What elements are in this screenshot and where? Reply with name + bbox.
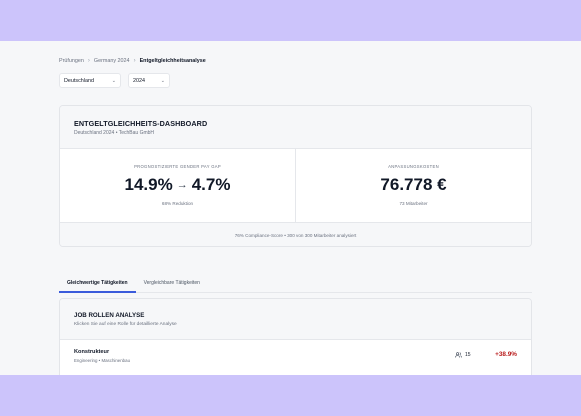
adjustment-cost-label: ANPASSUNGSKOSTEN [388, 164, 439, 169]
chevron-right-icon: › [87, 58, 90, 64]
affected-employees-text: 73 Mitarbeiter [399, 201, 428, 206]
dashboard-card: ENTGELTGLEICHHEITS-DASHBOARD Deutschland… [59, 105, 532, 247]
breadcrumb-link-germany-2024[interactable]: Germany 2024 [94, 58, 130, 64]
chevron-right-icon: › [133, 58, 136, 64]
gap-reduction-text: 68% Reduktion [161, 201, 194, 206]
gap-from-value: 14.9% [124, 175, 173, 194]
job-role-row[interactable]: Konstrukteur Engineering • Maschinenbau … [60, 340, 531, 375]
breadcrumb-link-pruefungen[interactable]: Prüfungen [59, 58, 84, 64]
employee-count: 15 [455, 352, 471, 358]
gender-pay-gap-metric: PROGNOSTIZIERTE GENDER PAY GAP 14.9% → 4.7… [60, 149, 295, 222]
analysis-tabs: Gleichwertige Tätigkeiten Vergleichbare … [59, 276, 532, 293]
chevron-down-icon: ⌄ [160, 77, 165, 84]
breadcrumb: Prüfungen › Germany 2024 › Entgeltgleich… [59, 58, 206, 64]
gender-pay-gap-label: PROGNOSTIZIERTE GENDER PAY GAP [134, 164, 221, 169]
dashboard-title: ENTGELTGLEICHHEITS-DASHBOARD [74, 119, 208, 128]
job-roles-subtitle: Klicken Sie auf eine Rolle für detaillie… [74, 322, 177, 327]
job-roles-title: JOB ROLLEN ANALYSE [74, 312, 145, 319]
job-role-department: Engineering [74, 358, 98, 363]
job-role-pay-gap: +38.9% [495, 351, 517, 358]
country-select-value: Deutschland [64, 77, 94, 84]
metrics-row: PROGNOSTIZIERTE GENDER PAY GAP 14.9% → 4.7… [60, 149, 531, 223]
dashboard-subtitle: Deutschland 2024 • TechBau GmbH [74, 130, 155, 136]
compliance-summary: 76% Compliance-Score • 300 von 300 Mitar… [60, 223, 531, 246]
top-frame-band [0, 0, 581, 41]
tab-comparable-work[interactable]: Vergleichbare Tätigkeiten [136, 276, 208, 293]
chevron-down-icon: ⌄ [111, 77, 116, 84]
app-page: Prüfungen › Germany 2024 › Entgeltgleich… [0, 41, 581, 375]
gender-pay-gap-value: 14.9% → 4.7% [60, 175, 295, 195]
job-roles-card: JOB ROLLEN ANALYSE Klicken Sie auf eine … [59, 298, 532, 375]
job-role-area: Maschinenbau [101, 358, 131, 363]
dashboard-header: ENTGELTGLEICHHEITS-DASHBOARD Deutschland… [60, 106, 531, 149]
breadcrumb-current: Entgeltgleichheitsanalyse [139, 58, 206, 64]
bottom-frame-band [0, 375, 581, 416]
adjustment-cost-value: 76.778 € [380, 175, 447, 194]
tab-equivalent-work[interactable]: Gleichwertige Tätigkeiten [59, 276, 136, 293]
year-select-value: 2024 [133, 77, 145, 84]
job-role-meta: Engineering • Maschinenbau [74, 358, 531, 363]
employee-count-value: 15 [465, 352, 471, 358]
gap-to-value: 4.7% [191, 175, 231, 194]
users-icon [455, 352, 462, 358]
dot-separator: • [98, 358, 101, 363]
job-roles-header: JOB ROLLEN ANALYSE Klicken Sie auf eine … [60, 299, 531, 340]
adjustment-cost-metric: ANPASSUNGSKOSTEN 76.778 € 73 Mitarbeiter [295, 149, 531, 222]
year-select[interactable]: 2024 ⌄ [128, 73, 170, 88]
arrow-right-icon: → [176, 179, 188, 191]
country-select[interactable]: Deutschland ⌄ [59, 73, 121, 88]
